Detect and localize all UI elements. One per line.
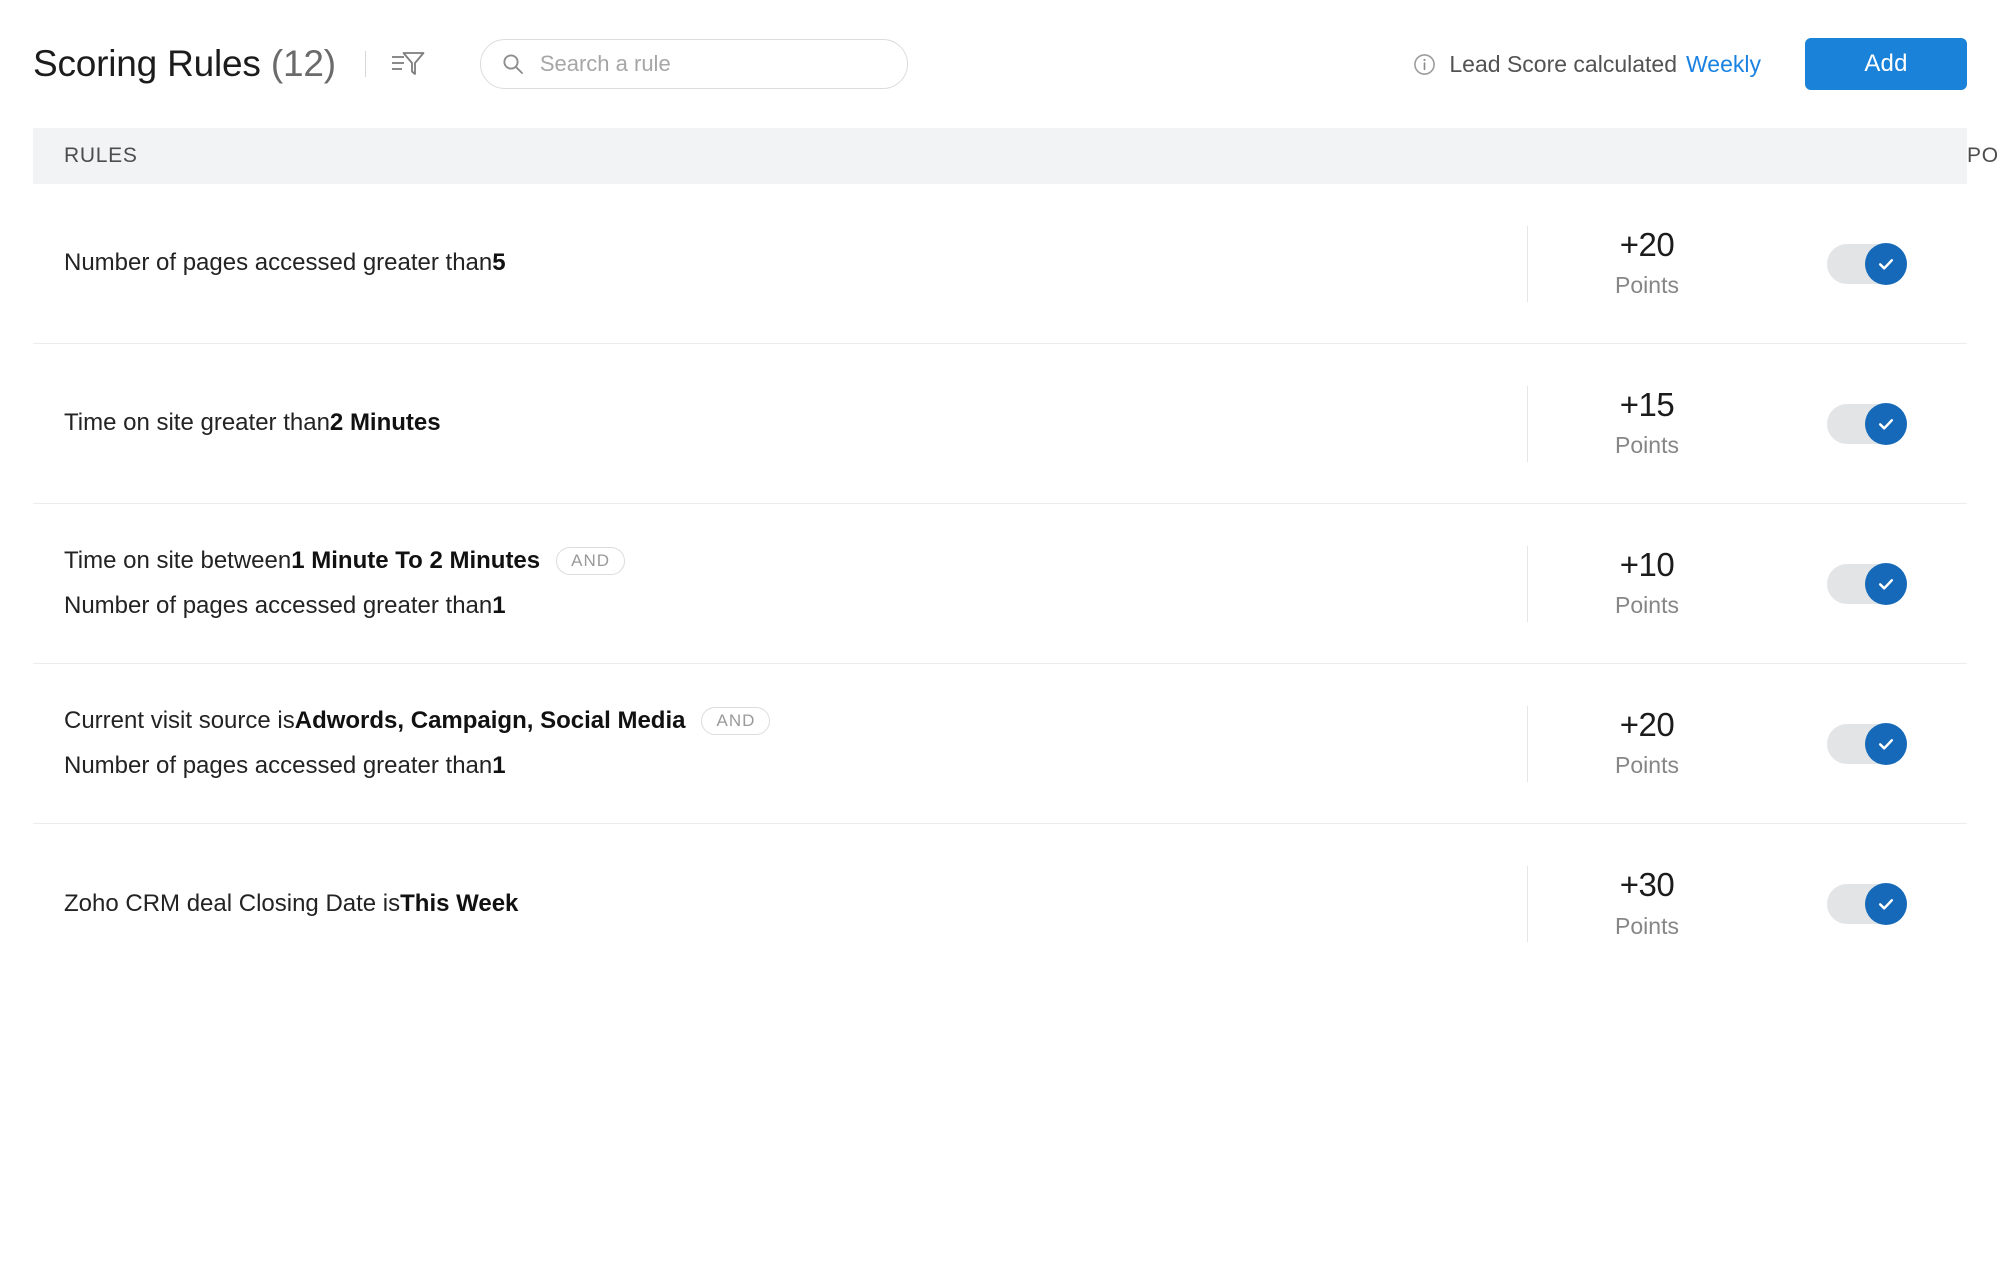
header-left-group: Scoring Rules (12): [33, 39, 908, 89]
points-value: +30: [1619, 866, 1675, 904]
rule-condition-line: Number of pages accessed greater than 5: [64, 248, 1507, 279]
lead-score-frequency-note: Lead Score calculated Weekly: [1412, 51, 1761, 78]
check-icon: [1865, 242, 1907, 285]
rule-condition-line: Current visit source is Adwords, Campaig…: [64, 706, 1507, 737]
rule-condition-value: Adwords, Campaign, Social Media: [294, 706, 686, 734]
column-header-points: POINTS: [1967, 144, 2000, 167]
rule-toggle-cell: [1767, 344, 1967, 503]
rule-enabled-toggle[interactable]: [1827, 722, 1907, 765]
rule-condition-value: 1: [492, 751, 506, 779]
table-row: Zoho CRM deal Closing Date is This Week +…: [33, 824, 1967, 984]
rule-condition-value: 1: [492, 591, 506, 619]
points-cell: +30 Points: [1527, 824, 1767, 984]
rule-toggle-cell: [1767, 664, 1967, 823]
rule-condition-text: Time on site greater than: [64, 409, 330, 437]
rule-description-cell: Time on site between 1 Minute To 2 Minut…: [33, 504, 1527, 663]
column-header-points-wrap: POINTS: [799, 144, 2000, 168]
points-label: Points: [1615, 752, 1679, 779]
add-button[interactable]: Add: [1805, 38, 1967, 90]
page-header: Scoring Rules (12) Search a rule Lead Sc…: [0, 0, 2000, 128]
rule-condition-value: 1 Minute To 2 Minutes: [291, 546, 541, 574]
rule-condition-value: 5: [492, 249, 506, 277]
table-row: Time on site between 1 Minute To 2 Minut…: [33, 504, 1967, 664]
rule-description-cell: Current visit source is Adwords, Campaig…: [33, 664, 1527, 823]
points-label: Points: [1615, 272, 1679, 299]
page-title-text: Scoring Rules: [33, 43, 261, 84]
rule-description-cell: Zoho CRM deal Closing Date is This Week: [33, 824, 1527, 984]
calc-frequency-link[interactable]: Weekly: [1686, 51, 1761, 78]
page-title: Scoring Rules (12): [33, 43, 336, 85]
search-icon: [501, 52, 525, 76]
rule-condition-line: Number of pages accessed greater than 1: [64, 591, 1507, 622]
search-input[interactable]: [537, 50, 887, 78]
points-cell: +20 Points: [1527, 664, 1767, 823]
table-row: Number of pages accessed greater than 5 +…: [33, 184, 1967, 344]
rule-enabled-toggle[interactable]: [1827, 402, 1907, 445]
points-label: Points: [1615, 432, 1679, 459]
logic-operator-badge: AND: [701, 707, 771, 736]
search-box[interactable]: [479, 39, 908, 89]
header-divider: [364, 51, 366, 77]
rule-condition-value: This Week: [400, 889, 519, 917]
rule-condition-line: Time on site greater than 2 Minutes: [64, 408, 1507, 439]
rule-condition-text: Time on site between: [64, 546, 292, 574]
rule-condition-line: Number of pages accessed greater than 1: [64, 751, 1507, 782]
check-icon: [1865, 722, 1907, 765]
rule-condition-text: Number of pages accessed greater than: [64, 751, 493, 779]
points-cell: +20 Points: [1527, 184, 1767, 343]
rule-toggle-cell: [1767, 184, 1967, 343]
table-header-row: RULES POINTS: [33, 128, 2000, 184]
points-value: +20: [1619, 705, 1675, 743]
info-circle-icon: [1412, 52, 1437, 77]
calc-note-text: Lead Score calculated: [1449, 50, 1677, 77]
rule-condition-text: Number of pages accessed greater than: [64, 249, 493, 277]
rule-toggle-cell: [1767, 504, 1967, 663]
rule-enabled-toggle[interactable]: [1827, 883, 1907, 925]
rule-condition-text: Current visit source is: [64, 706, 295, 734]
check-icon: [1865, 562, 1907, 605]
rule-condition-line: Zoho CRM deal Closing Date is This Week: [64, 889, 1507, 920]
table-row: Time on site greater than 2 Minutes +15 Po…: [33, 344, 1967, 504]
logic-operator-badge: AND: [556, 547, 626, 576]
rule-condition-text: Zoho CRM deal Closing Date is: [64, 889, 401, 917]
points-value: +15: [1619, 385, 1675, 423]
rule-enabled-toggle[interactable]: [1827, 242, 1907, 285]
header-right-group: Lead Score calculated Weekly Add: [1412, 38, 1967, 90]
rule-condition-value: 2 Minutes: [329, 409, 441, 437]
rule-condition-text: Number of pages accessed greater than: [64, 591, 493, 619]
points-label: Points: [1615, 592, 1679, 619]
points-cell: +15 Points: [1527, 344, 1767, 503]
rule-description-cell: Number of pages accessed greater than 5: [33, 184, 1527, 343]
points-value: +10: [1619, 545, 1675, 583]
rules-count: (12): [270, 43, 336, 84]
check-icon: [1865, 883, 1907, 925]
points-value: +20: [1619, 225, 1675, 263]
points-label: Points: [1615, 912, 1679, 939]
column-header-rules: RULES: [64, 144, 138, 167]
table-row: Current visit source is Adwords, Campaig…: [33, 664, 1967, 824]
check-icon: [1865, 402, 1907, 445]
points-cell: +10 Points: [1527, 504, 1767, 663]
rule-toggle-cell: [1767, 824, 1967, 984]
rule-description-cell: Time on site greater than 2 Minutes: [33, 344, 1527, 503]
table-body: Number of pages accessed greater than 5 +…: [33, 184, 1967, 984]
rule-condition-line: Time on site between 1 Minute To 2 Minut…: [64, 546, 1507, 577]
scoring-rules-table: RULES POINTS Number of pages accessed gr…: [33, 128, 2000, 984]
filter-icon[interactable]: [388, 44, 428, 84]
rule-enabled-toggle[interactable]: [1827, 562, 1907, 605]
